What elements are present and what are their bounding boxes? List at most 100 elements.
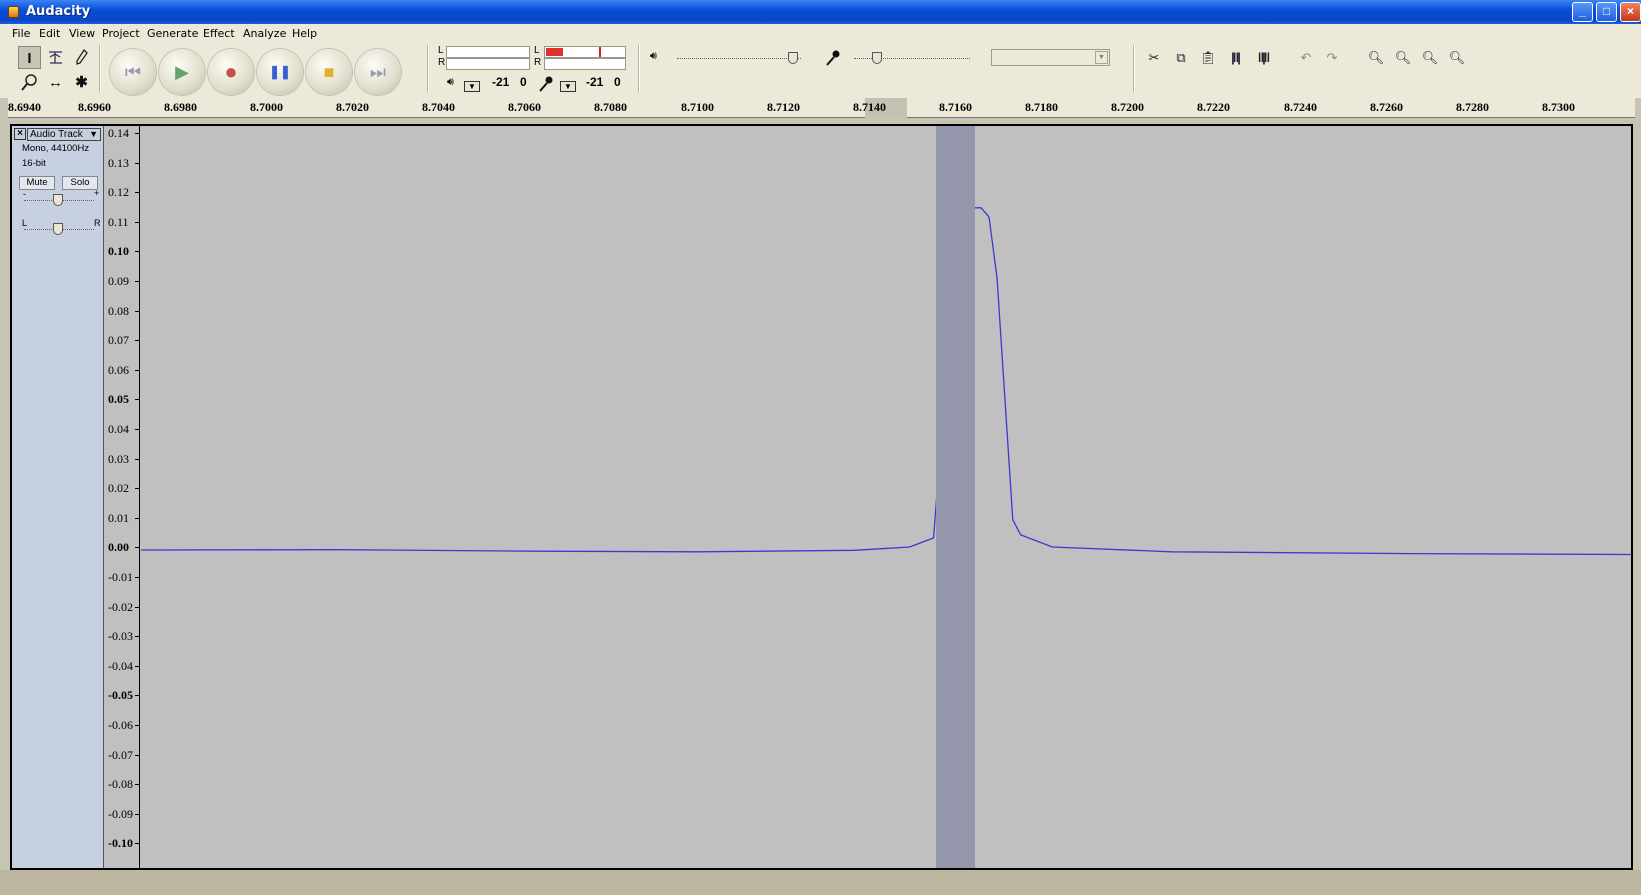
amplitude-tick-label: -0.05: [108, 688, 133, 703]
ruler-tick: 8.7280: [1456, 100, 1489, 114]
amplitude-tick-label: 0.00: [108, 540, 129, 555]
track-name-menu[interactable]: Audio Track ▼: [27, 128, 101, 141]
pan-slider-thumb[interactable]: [53, 223, 63, 235]
play-button[interactable]: ▶: [159, 49, 205, 95]
input-volume-thumb[interactable]: [872, 52, 882, 64]
gain-minus-label: -: [23, 189, 26, 199]
amplitude-tick-label: -0.06: [108, 718, 133, 732]
copy-icon: ⧉: [1176, 50, 1186, 65]
ruler-tick: 8.7100: [681, 100, 714, 114]
trim-icon: |‖|: [1231, 50, 1241, 65]
title-bar[interactable]: Audacity _ □ ×: [0, 0, 1641, 24]
chevron-down-icon: ▼: [89, 129, 98, 139]
timeline-ruler[interactable]: 8.6940 8.6960 8.6980 8.7000 8.7020 8.704…: [8, 98, 1635, 118]
pan-left-label: L: [22, 218, 28, 228]
waveform-area[interactable]: [140, 126, 1632, 868]
timeshift-tool-button[interactable]: ↔: [44, 71, 67, 94]
play-meter-left: [446, 46, 530, 58]
zoom-in-button[interactable]: 🔍︎: [1364, 46, 1388, 70]
gain-slider-thumb[interactable]: [53, 194, 63, 206]
amplitude-tick-mark: [135, 399, 139, 401]
maximize-button[interactable]: □: [1596, 2, 1617, 22]
ruler-tick: 8.7180: [1025, 100, 1058, 114]
skip-to-end-button[interactable]: ⏭: [355, 49, 401, 95]
pan-right-label: R: [94, 218, 101, 228]
trim-button[interactable]: |‖|: [1223, 46, 1247, 70]
menu-edit[interactable]: Edit: [39, 27, 60, 40]
status-bar: [0, 870, 1641, 895]
amplitude-tick-mark: [135, 340, 139, 342]
undo-button[interactable]: ↶: [1294, 46, 1318, 70]
amplitude-tick-mark: [135, 784, 139, 786]
menu-generate[interactable]: Generate: [147, 27, 198, 40]
amplitude-tick-mark: [135, 813, 139, 815]
skip-to-start-button[interactable]: ⏮: [110, 49, 156, 95]
solo-button[interactable]: Solo: [62, 176, 98, 190]
copy-button[interactable]: ⧉: [1169, 46, 1193, 70]
envelope-icon: [49, 51, 62, 64]
paste-button[interactable]: 📋︎: [1196, 46, 1220, 70]
minimize-button[interactable]: _: [1572, 2, 1593, 22]
ruler-tick: 8.7260: [1370, 100, 1403, 114]
redo-button[interactable]: ↷: [1320, 46, 1344, 70]
menu-help[interactable]: Help: [292, 27, 317, 40]
selection-tool-button[interactable]: I: [18, 46, 41, 69]
play-meter-scale-max: 0: [520, 75, 527, 89]
rec-meter-level: [546, 48, 563, 56]
menu-project[interactable]: Project: [102, 27, 140, 40]
play-meter-menu[interactable]: ▼: [464, 81, 480, 92]
fit-selection-icon: 🔍︎: [1421, 50, 1439, 65]
fit-project-button[interactable]: 🔍︎: [1445, 46, 1469, 70]
amplitude-tick-mark: [135, 162, 139, 164]
zoom-out-button[interactable]: 🔍︎: [1391, 46, 1415, 70]
track-close-button[interactable]: ×: [14, 128, 26, 140]
amplitude-tick-label: -0.02: [108, 599, 133, 614]
amplitude-tick-label: -0.07: [108, 747, 133, 762]
menu-file[interactable]: File: [12, 27, 30, 40]
amplitude-tick-label: -0.03: [108, 629, 133, 644]
rec-meter-peak: [599, 47, 601, 57]
envelope-tool-button[interactable]: [44, 46, 67, 69]
rec-meter-menu[interactable]: ▼: [560, 81, 576, 92]
ruler-tick: 8.7300: [1542, 100, 1575, 114]
chevron-down-icon[interactable]: ▼: [1095, 51, 1108, 64]
amplitude-tick-label: 0.11: [108, 214, 129, 229]
fit-project-icon: 🔍︎: [1448, 50, 1466, 65]
ruler-tick: 8.7220: [1197, 100, 1230, 114]
toolbar-separator: [638, 45, 640, 93]
ruler-tick: 8.7000: [250, 100, 283, 114]
menu-effect[interactable]: Effect: [203, 27, 235, 40]
menu-analyze[interactable]: Analyze: [243, 27, 286, 40]
amplitude-tick-mark: [135, 843, 139, 845]
zoom-in-icon: 🔍︎: [1367, 50, 1385, 65]
fit-selection-button[interactable]: 🔍︎: [1418, 46, 1442, 70]
amplitude-tick-label: 0.14: [108, 126, 129, 140]
output-volume-slider[interactable]: [677, 58, 801, 61]
scissors-icon: ✂: [1148, 50, 1160, 65]
silence-button[interactable]: ‖|‖: [1251, 46, 1275, 70]
output-volume-thumb[interactable]: [788, 52, 798, 64]
skip-start-icon: ⏮: [124, 62, 142, 82]
draw-tool-button[interactable]: [70, 46, 93, 69]
cut-button[interactable]: ✂: [1142, 46, 1166, 70]
selection-region[interactable]: [935, 126, 976, 868]
rec-meter-scale-max: 0: [614, 75, 621, 89]
waveform-svg: [140, 207, 1632, 556]
undo-icon: ↶: [1300, 50, 1312, 65]
menu-view[interactable]: View: [69, 27, 95, 40]
zoom-tool-button[interactable]: [18, 71, 41, 94]
audacity-app-icon: [8, 6, 19, 18]
mute-button[interactable]: Mute: [19, 176, 55, 190]
pause-button[interactable]: ❚❚: [257, 49, 303, 95]
input-source-select[interactable]: ▼: [991, 49, 1110, 66]
ruler-tick: 8.7140: [853, 100, 886, 114]
amplitude-tick-label: 0.06: [108, 362, 129, 377]
stop-button[interactable]: ■: [306, 49, 352, 95]
ruler-tick: 8.7020: [336, 100, 369, 114]
multi-tool-button[interactable]: ✱: [70, 71, 93, 94]
close-button[interactable]: ×: [1620, 2, 1641, 22]
record-button[interactable]: ●: [208, 49, 254, 95]
amplitude-tick-label: -0.09: [108, 806, 133, 821]
ruler-tick: 8.7240: [1284, 100, 1317, 114]
play-meter-left-label: L: [438, 45, 444, 56]
